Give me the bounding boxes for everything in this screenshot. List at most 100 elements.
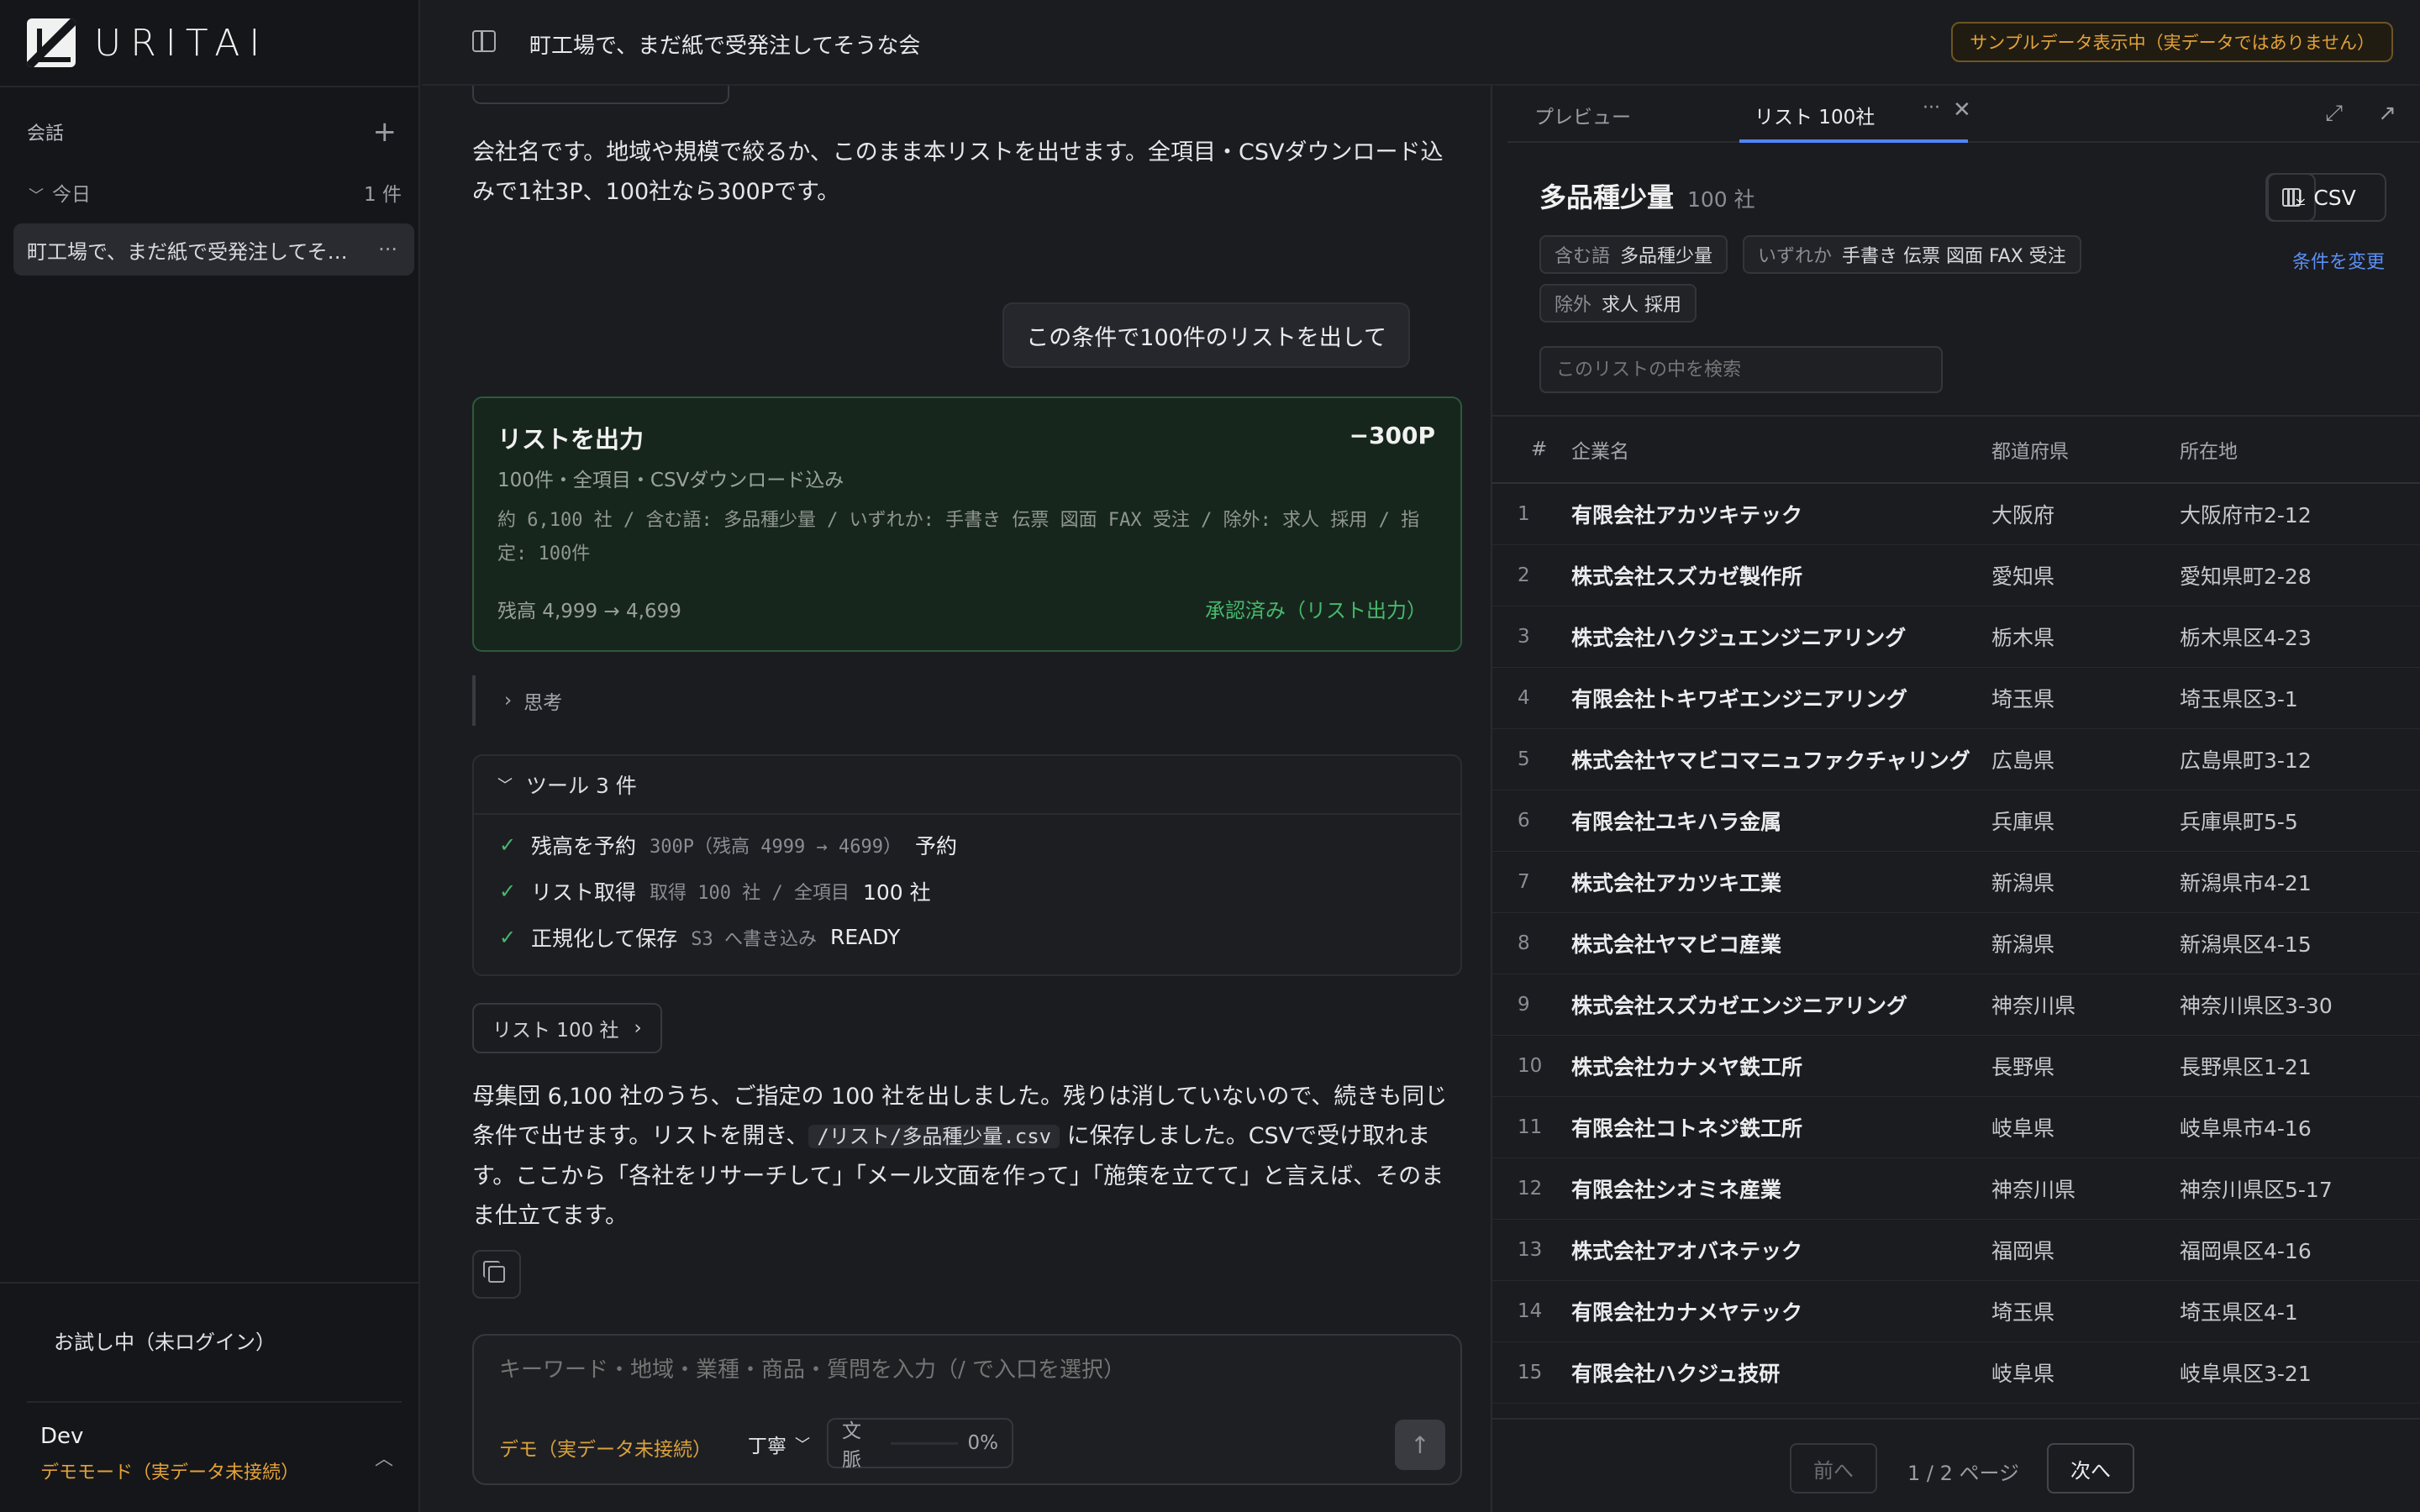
location: 広島県町3-12 xyxy=(2180,748,2312,773)
table-row[interactable]: 9 株式会社スズカゼエンジニアリング 神奈川県 神奈川県区3-30 xyxy=(1492,974,2420,1036)
group-today[interactable]: ﹀ 今日 1 件 xyxy=(29,178,402,207)
location: 埼玉県区3-1 xyxy=(2180,687,2298,711)
tab-preview[interactable]: プレビュー xyxy=(1534,101,1631,129)
copy-button[interactable] xyxy=(472,1250,521,1299)
prev-page-button[interactable]: 前へ xyxy=(1790,1443,1877,1494)
prefecture: 神奈川県 xyxy=(1991,1178,2076,1202)
table-header: # 企業名 都道府県 所在地 xyxy=(1492,415,2420,484)
tool-name: 正規化して保存 xyxy=(531,926,678,951)
chip-key: いずれか xyxy=(1758,246,1833,267)
divider xyxy=(0,1282,420,1284)
chip-value: 手書き 伝票 図面 FAX 受注 xyxy=(1842,246,2066,267)
output-card-cost: −300P xyxy=(1349,422,1435,449)
tool-row: ✓ リスト取得 取得 100 社 / 全項目 100 社 xyxy=(474,868,1460,914)
table-row[interactable]: 5 株式会社ヤマビコマニュファクチャリング 広島県 広島県町3-12 xyxy=(1492,729,2420,790)
list-count: 100 社 xyxy=(1687,187,1755,212)
col-header-name[interactable]: 企業名 xyxy=(1560,435,1991,464)
conversation-title-header: 町工場で、まだ紙で受発注してそうな会 xyxy=(529,34,921,59)
expand-icon[interactable]: ⤢ xyxy=(2325,101,2343,127)
next-page-button[interactable]: 次へ xyxy=(2047,1443,2134,1494)
company-name: 有限会社ハクジュ技研 xyxy=(1571,1362,1781,1386)
table-row[interactable]: 11 有限会社コトネジ鉄工所 岐阜県 岐阜県市4-16 xyxy=(1492,1097,2420,1158)
col-header-num[interactable]: # xyxy=(1492,438,1560,460)
group-count: 1 件 xyxy=(364,184,402,206)
table-row[interactable]: 4 有限会社トキワギエンジニアリング 埼玉県 埼玉県区3-1 xyxy=(1492,668,2420,729)
previous-chip[interactable] xyxy=(472,86,729,104)
conversation-item[interactable]: 町工場で、まだ紙で受発注してそ… ··· xyxy=(13,223,414,276)
open-list-chip[interactable]: リスト 100 社 › xyxy=(472,1003,662,1053)
pagination: 前へ 1 / 2 ページ 次へ xyxy=(1492,1418,2420,1512)
group-today-label: ﹀ 今日 xyxy=(29,178,91,207)
company-name: 株式会社ハクジュエンジニアリング xyxy=(1571,626,1907,650)
output-card-subtitle: 100件・全項目・CSVダウンロード込み xyxy=(497,470,844,491)
assistant-message: 会社名です。地域や規模で絞るか、このまま本リストを出せます。全項目・CSVダウン… xyxy=(472,139,1444,205)
prefecture: 栃木県 xyxy=(1991,626,2055,650)
table-row[interactable]: 12 有限会社シオミネ産業 神奈川県 神奈川県区5-17 xyxy=(1492,1158,2420,1220)
row-num: 3 xyxy=(1518,626,1530,648)
table-row[interactable]: 14 有限会社カナメヤテック 埼玉県 埼玉県区4-1 xyxy=(1492,1281,2420,1342)
more-horizontal-icon[interactable]: ··· xyxy=(378,238,397,261)
open-external-icon[interactable]: ↗ xyxy=(2378,101,2396,126)
group-label: 今日 xyxy=(52,184,91,206)
demo-mode-label: デモ（実データ未接続） xyxy=(499,1439,712,1461)
context-value: 0% xyxy=(967,1432,999,1454)
col-header-pref[interactable]: 都道府県 xyxy=(1991,435,2180,464)
list-name: 多品種少量 xyxy=(1539,181,1675,213)
conversations-label: 会話 xyxy=(27,123,65,144)
thinking-toggle[interactable]: › 思考 xyxy=(472,675,562,726)
change-conditions-link[interactable]: 条件を変更 xyxy=(2292,247,2385,274)
row-num: 10 xyxy=(1518,1055,1543,1077)
csv-download-button[interactable]: ⤓ CSV xyxy=(2265,173,2386,222)
list-search-input[interactable] xyxy=(1539,346,1943,393)
tab-close-icon[interactable]: ✕ xyxy=(1953,97,1971,123)
table-row[interactable]: 7 株式会社アカツキ工業 新潟県 新潟県市4-21 xyxy=(1492,852,2420,913)
user-menu[interactable]: Dev デモモード（実データ未接続） ︿ xyxy=(40,1424,393,1484)
context-bar xyxy=(890,1441,958,1445)
row-num: 13 xyxy=(1518,1239,1543,1261)
row-num: 2 xyxy=(1518,564,1530,586)
new-conversation-plus-icon[interactable]: + xyxy=(373,118,397,146)
logo[interactable]: URITAI xyxy=(27,18,269,67)
csv-label: CSV xyxy=(2313,185,2356,210)
tone-select[interactable]: 丁寧 ﹀ xyxy=(748,1430,810,1458)
tab-list[interactable]: リスト 100社 xyxy=(1754,101,1875,129)
divider xyxy=(0,86,420,87)
row-num: 8 xyxy=(1518,932,1530,954)
company-name: 有限会社トキワギエンジニアリング xyxy=(1571,687,1908,711)
copy-icon xyxy=(483,1261,505,1283)
table-row[interactable]: 3 株式会社ハクジュエンジニアリング 栃木県 栃木県区4-23 xyxy=(1492,606,2420,668)
table-row[interactable]: 10 株式会社カナメヤ鉄工所 長野県 長野県区1-21 xyxy=(1492,1036,2420,1097)
table-row[interactable]: 1 有限会社アカツキテック 大阪府 大阪府市2-12 xyxy=(1492,484,2420,545)
company-name: 有限会社ユキハラ金属 xyxy=(1571,810,1782,834)
location: 岐阜県市4-16 xyxy=(2180,1116,2312,1141)
tool-result: READY xyxy=(830,925,901,949)
table-row[interactable]: 2 株式会社スズカゼ製作所 愛知県 愛知県町2-28 xyxy=(1492,545,2420,606)
tab-more-icon[interactable]: ··· xyxy=(1923,97,1940,118)
output-card-title: リストを出力 xyxy=(497,425,644,454)
prefecture: 大阪府 xyxy=(1991,503,2055,528)
location: 新潟県市4-21 xyxy=(2180,871,2312,895)
logo-text: URITAI xyxy=(94,21,270,65)
location: 埼玉県区4-1 xyxy=(2180,1300,2298,1325)
message-input[interactable] xyxy=(499,1357,1432,1383)
prefecture: 新潟県 xyxy=(1991,932,2055,957)
send-button[interactable]: ↑ xyxy=(1395,1420,1445,1470)
tools-header[interactable]: ﹀ ツール 3 件 xyxy=(474,756,1460,815)
company-name: 株式会社カナメヤ鉄工所 xyxy=(1571,1055,1803,1079)
tool-result: 予約 xyxy=(914,833,957,858)
list-panel: プレビュー リスト 100社 ··· ✕ ⤢ ↗ 多品種少量 100 社 ⤓ C… xyxy=(1491,86,2420,1512)
table-row[interactable]: 8 株式会社ヤマビコ産業 新潟県 新潟県区4-15 xyxy=(1492,913,2420,974)
table-row[interactable]: 6 有限会社ユキハラ金属 兵庫県 兵庫県町5-5 xyxy=(1492,790,2420,852)
sidebar-toggle-icon[interactable] xyxy=(472,30,496,52)
row-num: 7 xyxy=(1518,871,1530,893)
conversation-title: 町工場で、まだ紙で受発注してそ… xyxy=(27,239,348,264)
col-header-loc[interactable]: 所在地 xyxy=(2180,435,2420,464)
guest-status[interactable]: お試し中（未ログイン） xyxy=(54,1326,276,1355)
chip-key: 除外 xyxy=(1555,295,1592,316)
table-row[interactable]: 15 有限会社ハクジュ技研 岐阜県 岐阜県区3-21 xyxy=(1492,1342,2420,1404)
table-row[interactable]: 13 株式会社アオバネテック 福岡県 福岡県区4-16 xyxy=(1492,1220,2420,1281)
location: 神奈川県区3-30 xyxy=(2180,994,2333,1018)
context-meter: 文脈 0% xyxy=(827,1418,1013,1471)
chip-key: 含む語 xyxy=(1555,246,1611,267)
company-name: 株式会社スズカゼエンジニアリング xyxy=(1571,994,1908,1018)
